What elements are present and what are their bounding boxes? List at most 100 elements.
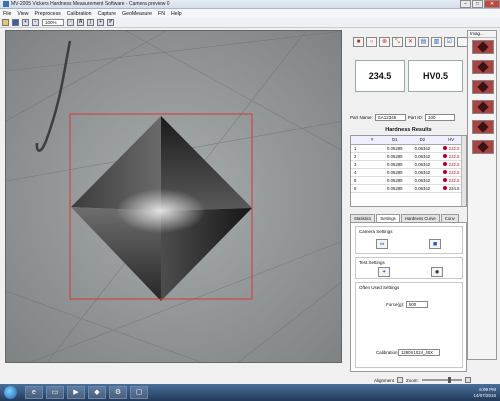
table-cell: 0.06342 xyxy=(408,184,437,193)
title-bar: MV-2005 Vickers Hardness Measurement Sof… xyxy=(0,0,500,9)
start-button[interactable] xyxy=(4,386,17,399)
zoom-select[interactable]: 100% xyxy=(42,19,64,26)
table-row[interactable]: 4 0.06285 0.06342 232.5 xyxy=(351,168,466,177)
menu-preprocess[interactable]: Preprocess xyxy=(35,11,61,17)
force-select[interactable]: 500 xyxy=(406,301,428,308)
column-header: D2 xyxy=(408,136,437,145)
clock-date: 14/07/2016 xyxy=(473,392,496,398)
menu-file[interactable]: File xyxy=(3,11,11,17)
tab-conv[interactable]: Conv xyxy=(440,214,459,222)
menu-geomeasure[interactable]: GeoMeasure xyxy=(122,11,152,17)
maximize-icon[interactable]: □ xyxy=(472,0,483,8)
image-thumbnail[interactable] xyxy=(472,40,494,54)
table-cell: 0.06342 xyxy=(408,176,437,185)
bottom-status: Alignment Zoom: xyxy=(350,376,497,384)
image-thumbnail[interactable] xyxy=(472,80,494,94)
menu-view[interactable]: View xyxy=(17,11,28,17)
app-icon xyxy=(3,1,9,7)
column-header: Y xyxy=(363,136,381,145)
align-icon[interactable] xyxy=(397,377,404,383)
tab-settings[interactable]: Settings xyxy=(376,214,400,222)
table-cell: 0.06342 xyxy=(408,144,437,153)
menu-fn[interactable]: FN xyxy=(158,11,165,17)
tab-statistics[interactable]: Statistics xyxy=(350,214,376,222)
zoom-in-icon[interactable]: + xyxy=(22,19,29,26)
hv-value: 234.5 xyxy=(448,185,460,191)
ie-icon[interactable]: e xyxy=(25,386,43,399)
hardness-results-table: Y D1 D2 HV 1 0.06285 0.06342 232.5 2 0.06285 0… xyxy=(350,135,467,207)
menu-calibration[interactable]: Calibration xyxy=(67,11,92,17)
settings-task-icon[interactable]: ⚙ xyxy=(109,386,127,399)
hv-value: 232.5 xyxy=(448,145,460,151)
fit-screen-icon[interactable] xyxy=(464,377,471,383)
test-lamp-button[interactable]: ◉ xyxy=(431,267,443,277)
force-label: Force(g): xyxy=(386,302,405,307)
image-thumbnail[interactable] xyxy=(472,140,494,154)
part-fields: Part Name: SA12345 Part ID: 100 xyxy=(350,114,456,121)
table-cell xyxy=(363,176,381,185)
calibration-label: Calibration xyxy=(376,350,398,355)
crosshair-icon[interactable]: + xyxy=(97,19,104,26)
calibration-select[interactable]: 1280X1024_40X xyxy=(398,349,440,356)
table-cell xyxy=(363,160,381,169)
export-icon[interactable]: ▥ xyxy=(431,37,442,47)
menu-help[interactable]: Help xyxy=(171,11,182,17)
menu-capture[interactable]: Capture xyxy=(98,11,116,17)
zoom-slider[interactable] xyxy=(421,377,462,383)
window-controls: – □ ✕ xyxy=(459,0,500,8)
test-settings-button[interactable]: ✦ xyxy=(378,267,390,277)
part-id-input[interactable]: 100 xyxy=(425,114,456,121)
table-row[interactable]: 6 0.06285 0.06342 234.5 xyxy=(351,184,466,193)
camera-edit-button[interactable]: ▭ xyxy=(376,239,388,249)
table-row[interactable]: 1 0.06285 0.06342 232.5 xyxy=(351,144,466,153)
clock-time: 6:09 PM xyxy=(479,386,496,392)
hardness-results-title: Hardness Results xyxy=(385,127,432,133)
grid-icon[interactable]: # xyxy=(107,19,114,26)
app-task-icon[interactable]: ◆ xyxy=(88,386,106,399)
table-scrollbar[interactable] xyxy=(461,136,466,206)
status-dot-icon xyxy=(442,162,447,167)
hv-value: 232.5 xyxy=(448,153,460,159)
circle-tool-icon[interactable]: ○ xyxy=(366,37,377,47)
explorer-icon[interactable]: ▭ xyxy=(46,386,64,399)
window-title: MV-2005 Vickers Hardness Measurement Sof… xyxy=(11,1,170,7)
image-thumbnail[interactable] xyxy=(472,100,494,114)
status-dot-icon xyxy=(442,186,447,191)
camera-save-button[interactable]: ▣ xyxy=(429,239,441,249)
table-row[interactable]: 5 0.06285 0.06342 232.5 xyxy=(351,176,466,185)
table-row[interactable]: 3 0.06285 0.06342 232.5 xyxy=(351,160,466,169)
table-row[interactable]: 2 0.06285 0.06342 232.5 xyxy=(351,152,466,161)
checkbox-icon[interactable]: ☑ xyxy=(444,37,455,47)
zoom-out-icon[interactable]: − xyxy=(32,19,39,26)
report-icon[interactable]: ▤ xyxy=(418,37,429,47)
image-thumbnail[interactable] xyxy=(472,60,494,74)
cross-tool-icon[interactable]: ⊗ xyxy=(379,37,390,47)
camera-icon[interactable]: ■ xyxy=(353,37,364,47)
zoom-slider-thumb[interactable] xyxy=(447,377,451,383)
media-player-icon[interactable]: ▶ xyxy=(67,386,85,399)
hv-value: 232.5 xyxy=(448,161,460,167)
close-icon[interactable]: ✕ xyxy=(484,0,500,8)
system-clock[interactable]: 6:09 PM 14/07/2016 xyxy=(473,387,500,399)
part-name-label: Part Name: xyxy=(350,115,373,120)
part-name-input[interactable]: SA12345 xyxy=(374,114,406,121)
camera-preview[interactable] xyxy=(5,30,342,363)
status-dot-icon xyxy=(442,154,447,159)
diagonal-tool-icon[interactable]: ⤡ xyxy=(392,37,403,47)
table-cell xyxy=(363,168,381,177)
table-cell: 6 xyxy=(351,184,363,193)
table-cell: 5 xyxy=(351,176,363,185)
tab-hardness-curve[interactable]: Hardness Curve xyxy=(400,214,440,222)
table-cell: 0.06285 xyxy=(381,184,409,193)
minimize-icon[interactable]: – xyxy=(460,0,471,8)
column-header: D1 xyxy=(381,136,409,145)
delete-icon[interactable]: ✕ xyxy=(405,37,416,47)
open-folder-icon[interactable] xyxy=(2,19,9,26)
fit-icon[interactable]: ▫ xyxy=(67,19,74,26)
save-icon[interactable] xyxy=(12,19,19,26)
image-thumbnail[interactable] xyxy=(472,120,494,134)
ruler-icon[interactable]: | xyxy=(87,19,94,26)
settings-panel: Camera Settings ▭ ▣ Test Settings ✦ ◉ Of… xyxy=(350,222,467,372)
text-tool-icon[interactable]: A xyxy=(77,19,84,26)
window-task-icon[interactable]: ▢ xyxy=(130,386,148,399)
